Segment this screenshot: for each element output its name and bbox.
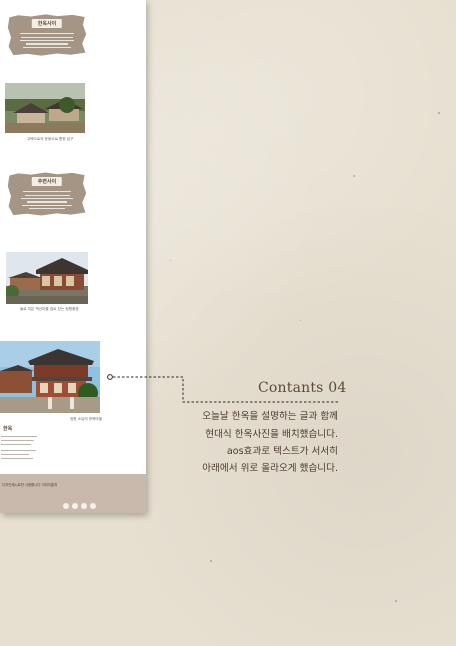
description-line-2: 현대식 한옥사진을 배치했습니다. (205, 429, 338, 440)
description-line-4: 아래에서 위로 올라오게 했습니다. (202, 463, 338, 474)
annotation-connector (107, 374, 338, 403)
contents-title: Contants 04 (258, 380, 347, 396)
description-line-1: 오늘날 한옥을 설명하는 글과 함께 (202, 411, 338, 422)
description-line-3: aos효과로 텍스트가 서서히 (226, 446, 338, 457)
